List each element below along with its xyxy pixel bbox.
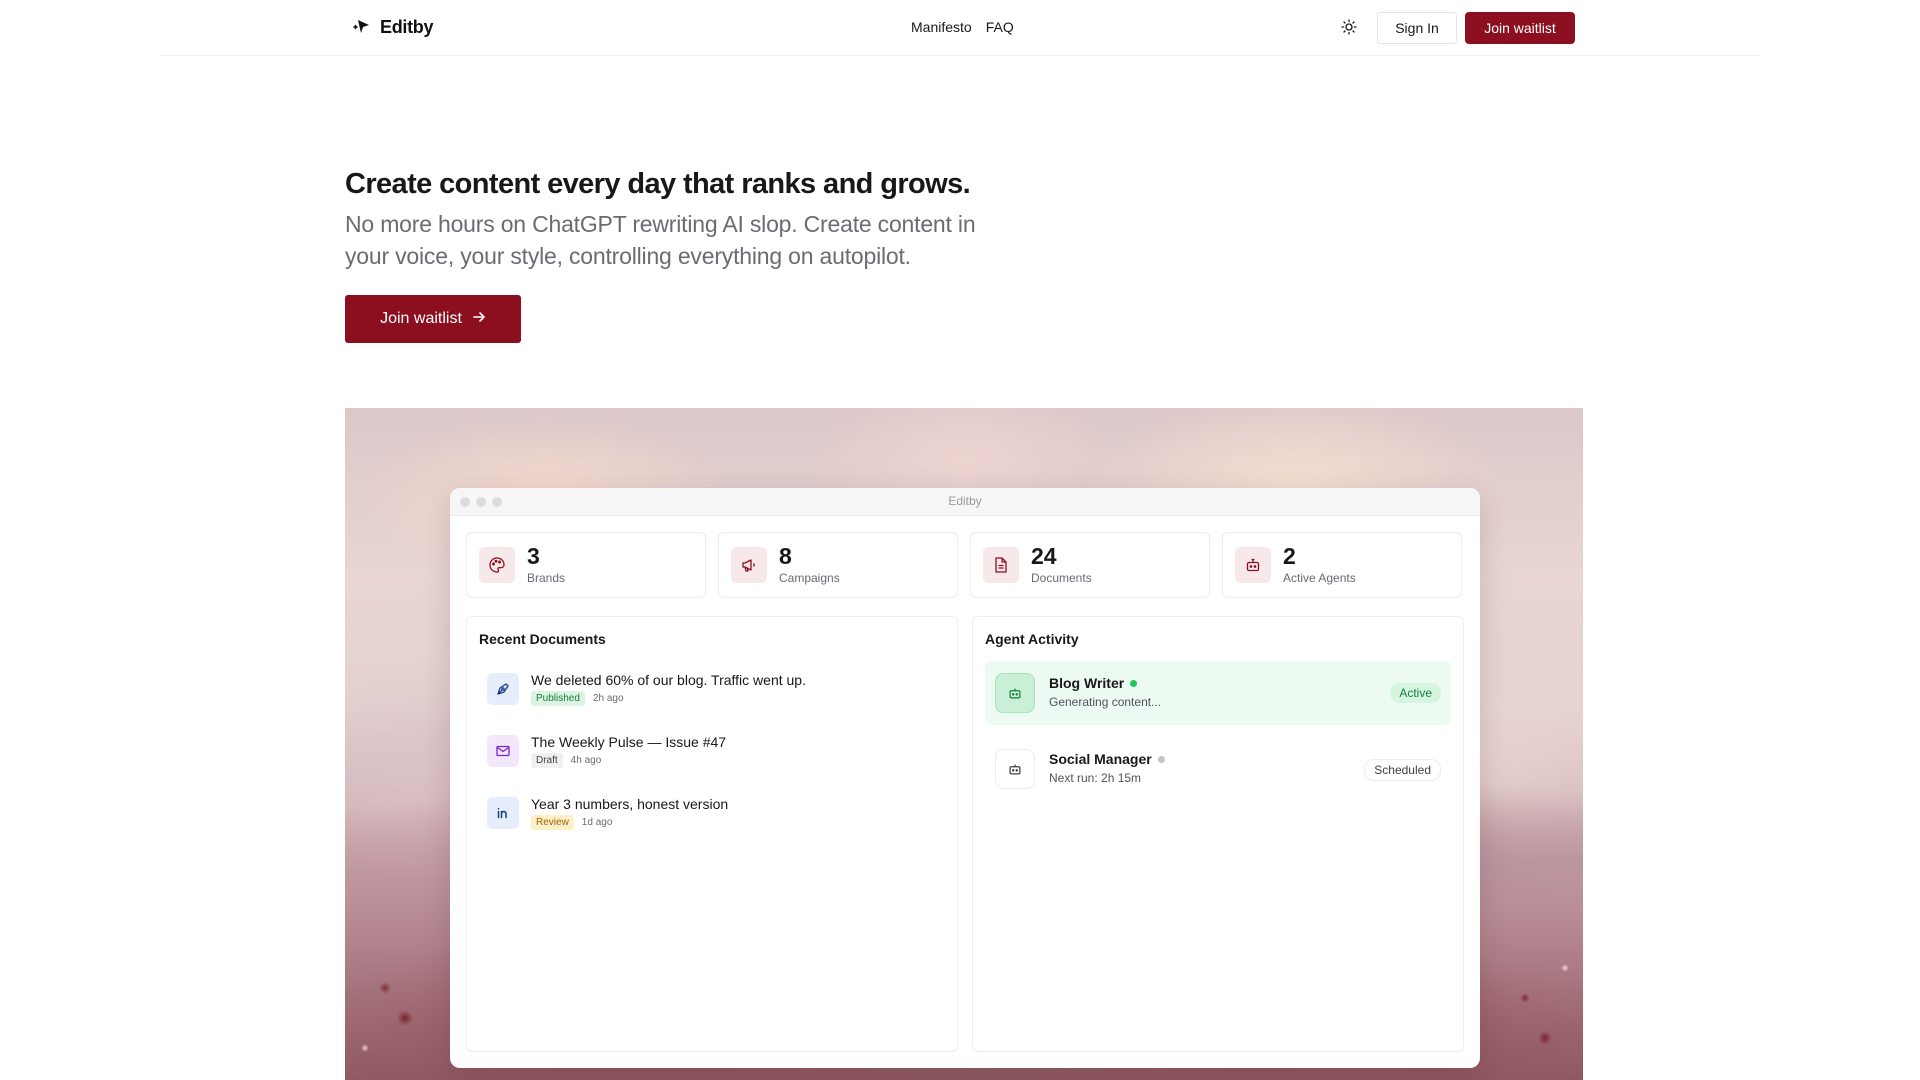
- robot-icon: [995, 673, 1035, 713]
- status-badge: Draft: [531, 753, 563, 768]
- join-waitlist-header-button[interactable]: Join waitlist: [1465, 12, 1575, 44]
- nav-faq[interactable]: FAQ: [986, 19, 1014, 35]
- status-badge: Published: [531, 691, 585, 706]
- sign-in-button[interactable]: Sign In: [1377, 12, 1457, 44]
- stat-value: 24: [1031, 543, 1057, 569]
- theme-toggle-button[interactable]: [1336, 16, 1362, 42]
- recent-documents-panel: Recent Documents We deleted 60% of our b…: [466, 616, 958, 1052]
- stat-value: 2: [1283, 543, 1296, 569]
- robot-icon: [1235, 547, 1271, 583]
- stat-label: Campaigns: [779, 571, 840, 585]
- mail-icon: [487, 735, 519, 767]
- hero-title: Create content every day that ranks and …: [345, 168, 971, 200]
- document-icon: [983, 547, 1019, 583]
- logo-icon: [352, 16, 374, 38]
- status-badge: Active: [1390, 683, 1441, 703]
- agent-detail: Next run: 2h 15m: [1049, 771, 1142, 785]
- document-time: 2h ago: [592, 693, 624, 704]
- arrow-right-icon: [472, 310, 486, 329]
- window-title: Editby: [948, 494, 982, 508]
- palette-icon: [479, 547, 515, 583]
- main-nav: Manifesto FAQ: [911, 19, 1014, 35]
- agent-detail: Generating content...: [1049, 695, 1162, 709]
- window-titlebar: Editby: [450, 488, 1480, 516]
- list-item[interactable]: We deleted 60% of our blog. Traffic went…: [487, 671, 927, 717]
- agent-activity-panel: Agent Activity Blog Writer Generating co…: [972, 616, 1464, 1052]
- stat-label: Documents: [1031, 571, 1092, 585]
- stat-label: Brands: [527, 571, 566, 585]
- document-title: We deleted 60% of our blog. Traffic went…: [531, 672, 806, 688]
- stat-card-active-agents[interactable]: 2 Active Agents: [1222, 532, 1462, 598]
- status-badge: Scheduled: [1364, 759, 1441, 781]
- document-time: 1d ago: [581, 817, 613, 828]
- stat-value: 8: [779, 543, 792, 569]
- agent-row-social-manager[interactable]: Social Manager Next run: 2h 15m Schedule…: [985, 737, 1451, 801]
- sun-icon: [1341, 18, 1357, 40]
- agent-row-blog-writer[interactable]: Blog Writer Generating content... Active: [985, 661, 1451, 725]
- list-item[interactable]: Year 3 numbers, honest version Review 1d…: [487, 795, 927, 841]
- join-waitlist-hero-button[interactable]: Join waitlist: [345, 295, 521, 343]
- megaphone-icon: [731, 547, 767, 583]
- document-time: 4h ago: [570, 755, 602, 766]
- brand-name: Editby: [380, 16, 434, 37]
- list-item[interactable]: The Weekly Pulse — Issue #47 Draft 4h ag…: [487, 733, 927, 779]
- hero-cta-label: Join waitlist: [380, 310, 462, 327]
- panel-title: Recent Documents: [479, 631, 606, 647]
- pen-icon: [487, 673, 519, 705]
- nav-manifesto[interactable]: Manifesto: [911, 19, 972, 35]
- app-preview-window: Editby 3 Brands 8 Campaigns 24 Documents…: [450, 488, 1480, 1068]
- hero-subtitle: No more hours on ChatGPT rewriting AI sl…: [345, 211, 976, 269]
- header-divider: [160, 55, 1760, 56]
- document-title: Year 3 numbers, honest version: [531, 796, 729, 812]
- stat-value: 3: [527, 543, 540, 569]
- agent-name: Blog Writer: [1049, 675, 1125, 691]
- linkedin-icon: [487, 797, 519, 829]
- document-title: The Weekly Pulse — Issue #47: [531, 734, 727, 750]
- stat-card-brands[interactable]: 3 Brands: [466, 532, 706, 598]
- agent-name: Social Manager: [1049, 751, 1152, 767]
- site-header: Editby Manifesto FAQ Sign In Join waitli…: [0, 0, 1920, 56]
- idle-indicator: [1157, 755, 1165, 763]
- robot-icon: [995, 749, 1035, 789]
- stat-card-campaigns[interactable]: 8 Campaigns: [718, 532, 958, 598]
- online-indicator: [1130, 679, 1138, 687]
- status-badge: Review: [531, 815, 574, 830]
- brand-logo[interactable]: Editby: [352, 16, 434, 38]
- stat-card-documents[interactable]: 24 Documents: [970, 532, 1210, 598]
- panel-title: Agent Activity: [985, 631, 1079, 647]
- stat-label: Active Agents: [1283, 571, 1356, 585]
